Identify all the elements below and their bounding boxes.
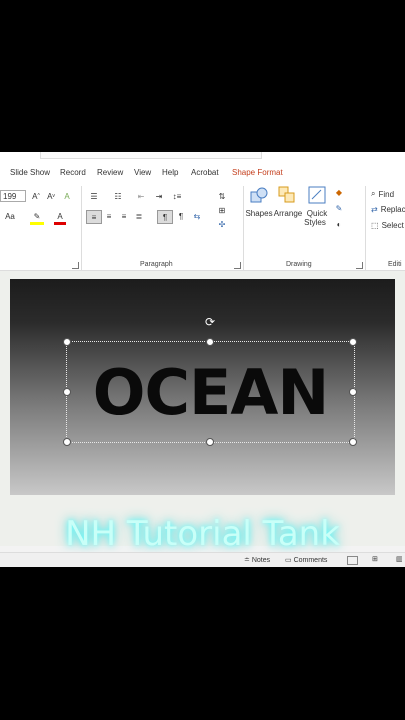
notes-icon: ≐	[244, 557, 252, 564]
resize-handle[interactable]	[63, 438, 71, 446]
tab-help[interactable]: Help	[162, 168, 178, 177]
font-color-icon[interactable]: A	[54, 210, 66, 225]
editing-group-label: Editi	[388, 261, 402, 268]
replace-label: Replac	[380, 204, 405, 214]
tab-slide-show[interactable]: Slide Show	[10, 168, 50, 177]
font-size-value: 199	[3, 191, 17, 201]
separator	[243, 186, 244, 270]
status-bar: ≐ Notes ▭ Comments ⊞ ▥	[0, 552, 405, 567]
convert-smartart-icon[interactable]: ✣	[215, 218, 229, 230]
increase-indent-icon[interactable]: ⇥	[152, 190, 166, 202]
shape-effects-icon[interactable]: ◐	[333, 218, 345, 230]
resize-handle[interactable]	[349, 438, 357, 446]
tab-shape-format[interactable]: Shape Format	[232, 168, 283, 177]
tab-view[interactable]: View	[134, 168, 151, 177]
bullets-icon[interactable]: ☰	[86, 190, 102, 202]
notes-label: Notes	[251, 557, 271, 564]
resize-handle[interactable]	[206, 338, 214, 346]
quick-styles-glyph	[308, 186, 326, 204]
shape-outline-icon[interactable]: ✎	[333, 202, 345, 214]
decrease-indent-icon[interactable]: ⇤	[134, 190, 148, 202]
decrease-font-icon[interactable]: Av	[45, 190, 57, 202]
justify-icon[interactable]: ≣	[133, 210, 145, 222]
resize-handle[interactable]	[206, 438, 214, 446]
ribbon: 199 A ^ Av A Aa ✎ A ☰ ☷ ⇤ ⇥ ↕≡ ≡ ≡ ≡ ≣ ¶ …	[0, 182, 405, 271]
slide[interactable]: ⟳ OCEAN	[10, 279, 395, 495]
font-dialog-launcher[interactable]	[72, 262, 79, 269]
separator	[365, 186, 366, 270]
slide-sorter-icon[interactable]: ⊞	[372, 555, 378, 563]
notes-button[interactable]: ≐ Notes	[244, 556, 270, 564]
drawing-group-label: Drawing	[286, 261, 312, 268]
comments-icon: ▭	[285, 557, 294, 564]
line-spacing-icon[interactable]: ↕≡	[168, 190, 186, 202]
resize-handle[interactable]	[63, 388, 71, 396]
tab-record[interactable]: Record	[60, 168, 86, 177]
quick-styles-icon[interactable]	[308, 186, 326, 204]
find-label: Find	[378, 189, 395, 199]
ribbon-tabs: Slide Show Record Review View Help Acrob…	[0, 152, 405, 182]
align-text-icon[interactable]: ⊞	[215, 204, 229, 216]
clear-format-icon[interactable]: A	[61, 190, 73, 202]
quick-styles-label-2[interactable]: Styles	[302, 217, 328, 227]
arrange-icon[interactable]	[278, 186, 296, 204]
resize-handle[interactable]	[63, 338, 71, 346]
text-direction-btn-icon[interactable]: ⇅	[215, 190, 229, 202]
highlight-icon[interactable]: ✎	[30, 210, 44, 225]
tab-acrobat[interactable]: Acrobat	[191, 168, 219, 177]
watermark-text: NH Tutorial Tank	[65, 514, 340, 554]
font-size-box[interactable]: 199	[0, 190, 26, 202]
text-box[interactable]: OCEAN	[63, 338, 357, 446]
arrange-glyph	[278, 186, 295, 203]
separator	[81, 186, 82, 270]
replace-icon: ⇄	[371, 204, 378, 214]
find-button[interactable]: ⌕ Find	[371, 188, 405, 200]
drawing-dialog-launcher[interactable]	[356, 262, 363, 269]
resize-handle[interactable]	[349, 338, 357, 346]
paragraph-dialog-launcher[interactable]	[234, 262, 241, 269]
align-right-icon[interactable]: ≡	[118, 210, 130, 222]
select-label: Select	[381, 220, 404, 230]
select-button[interactable]: ⬚ Select	[371, 219, 405, 231]
screen: { "tabs": [ {"label":"Slide Show"}, {"la…	[0, 0, 405, 720]
align-left-icon[interactable]: ≡	[86, 210, 102, 224]
select-icon: ⬚	[371, 220, 379, 230]
rotate-icon[interactable]: ⟳	[204, 316, 216, 328]
slide-canvas: ⟳ OCEAN	[0, 271, 405, 546]
shapes-label[interactable]: Shapes	[245, 208, 272, 218]
title-bar-fragment	[40, 152, 262, 159]
change-case-icon[interactable]: Aa	[2, 210, 18, 222]
shape-fill-icon[interactable]: ◆	[333, 186, 345, 198]
replace-button[interactable]: ⇄ Replac	[371, 203, 405, 215]
slide-title-text[interactable]: OCEAN	[67, 342, 354, 442]
text-direction-icon[interactable]: ¶	[157, 210, 173, 224]
powerpoint-window: Slide Show Record Review View Help Acrob…	[0, 152, 405, 567]
find-icon: ⌕	[371, 189, 376, 198]
smartart-icon[interactable]: ⇆	[190, 210, 204, 222]
normal-view-icon[interactable]	[347, 556, 358, 565]
shapes-icon[interactable]	[250, 186, 268, 204]
resize-handle[interactable]	[349, 388, 357, 396]
numbering-icon[interactable]: ☷	[110, 190, 126, 202]
reading-view-icon[interactable]: ▥	[396, 555, 403, 563]
arrange-label[interactable]: Arrange	[274, 208, 302, 218]
increase-font-icon[interactable]: A ^	[30, 190, 42, 202]
comments-button[interactable]: ▭ Comments	[285, 556, 327, 564]
paragraph-group-label: Paragraph	[140, 261, 173, 268]
shapes-glyph	[250, 187, 268, 203]
comments-label: Comments	[293, 557, 328, 564]
align-center-icon[interactable]: ≡	[103, 210, 115, 222]
columns-icon[interactable]: ¶	[175, 210, 187, 222]
tab-review[interactable]: Review	[97, 168, 123, 177]
